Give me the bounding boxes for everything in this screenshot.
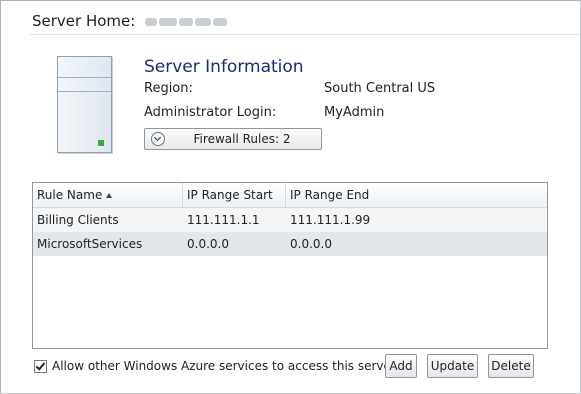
cell-rule-name: MicrosoftServices	[37, 237, 143, 251]
firewall-rules-table: Rule Name IP Range Start IP Range End Bi…	[32, 182, 548, 349]
server-name-redacted	[145, 15, 229, 28]
server-info-title: Server Information	[144, 57, 304, 77]
allow-azure-label[interactable]: Allow other Windows Azure services to ac…	[52, 359, 396, 373]
column-header-ip-end[interactable]: IP Range End	[290, 188, 369, 202]
firewall-rules-label: Firewall Rules: 2	[193, 132, 291, 146]
status-led	[98, 140, 104, 146]
delete-button[interactable]: Delete	[488, 354, 534, 378]
cell-rule-name: Billing Clients	[37, 213, 119, 227]
column-header-ip-start[interactable]: IP Range Start	[187, 188, 273, 202]
table-header: Rule Name IP Range Start IP Range End	[33, 183, 547, 208]
allow-azure-checkbox[interactable]	[34, 360, 47, 373]
table-row[interactable]: Billing Clients 111.111.1.1 111.111.1.99	[33, 208, 547, 232]
cell-ip-start: 0.0.0.0	[187, 237, 229, 251]
header-divider	[30, 34, 580, 35]
column-header-rule-name[interactable]: Rule Name	[37, 188, 113, 202]
admin-login-value: MyAdmin	[324, 105, 385, 120]
cell-ip-start: 111.111.1.1	[187, 213, 260, 227]
cell-ip-end: 111.111.1.99	[290, 213, 371, 227]
admin-login-label: Administrator Login:	[144, 105, 277, 120]
region-label: Region:	[144, 81, 193, 96]
server-icon	[57, 56, 112, 153]
sort-ascending-icon	[106, 193, 113, 198]
cell-ip-end: 0.0.0.0	[290, 237, 332, 251]
update-button[interactable]: Update	[427, 354, 478, 378]
add-button[interactable]: Add	[385, 354, 417, 378]
server-home-label: Server Home:	[32, 12, 136, 30]
table-row[interactable]: MicrosoftServices 0.0.0.0 0.0.0.0	[33, 232, 547, 256]
region-value: South Central US	[324, 81, 436, 96]
firewall-rules-button[interactable]: Firewall Rules: 2	[144, 128, 322, 150]
server-home-header: Server Home:	[32, 11, 229, 31]
